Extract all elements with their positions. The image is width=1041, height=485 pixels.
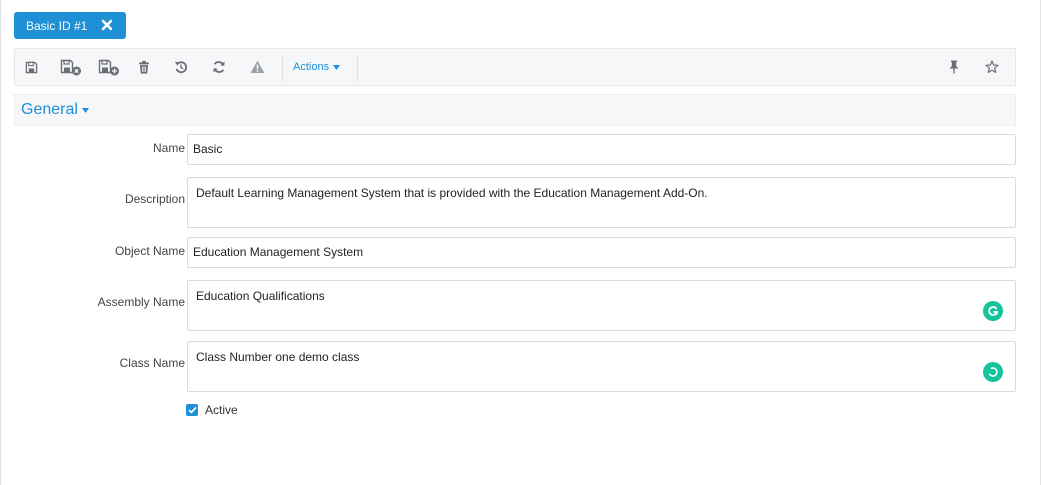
close-icon[interactable] <box>100 18 114 32</box>
caret-down-icon <box>333 61 341 73</box>
actions-label: Actions <box>293 61 330 73</box>
warning-button[interactable] <box>243 49 271 85</box>
object-name-label: Object Name <box>114 244 185 258</box>
frame-border-left <box>0 0 1 485</box>
assembly-name-value: Education Qualifications <box>196 289 325 303</box>
undo-button[interactable] <box>167 49 195 85</box>
pin-button[interactable] <box>940 49 968 85</box>
save-and-close-icon <box>60 59 82 76</box>
assembly-name-field[interactable]: Education Qualifications <box>187 280 1016 331</box>
warning-icon <box>250 60 265 74</box>
toolbar-separator <box>357 54 358 82</box>
assembly-name-label: Assembly Name <box>97 295 185 309</box>
star-icon <box>985 60 999 74</box>
active-checkbox-row[interactable]: Active <box>186 402 238 418</box>
description-field[interactable]: Default Learning Management System that … <box>187 177 1016 228</box>
tab-label: Basic ID #1 <box>26 18 88 33</box>
grammarly-loading-icon[interactable] <box>983 362 1003 382</box>
grammarly-icon[interactable] <box>983 301 1003 321</box>
toolbar-separator <box>282 54 283 82</box>
description-label: Description <box>124 192 185 206</box>
actions-dropdown[interactable]: Actions <box>293 49 341 85</box>
description-value: Default Learning Management System that … <box>196 186 708 200</box>
active-checkbox[interactable] <box>186 404 198 416</box>
class-name-label: Class Name <box>119 356 185 370</box>
active-label: Active <box>205 403 238 417</box>
name-value: Basic <box>193 142 223 156</box>
class-name-value: Class Number one demo class <box>196 350 360 364</box>
favorite-button[interactable] <box>978 49 1006 85</box>
class-name-field[interactable]: Class Number one demo class <box>187 341 1016 392</box>
delete-icon <box>138 60 150 74</box>
section-general-header[interactable]: General <box>14 94 1016 126</box>
refresh-icon <box>212 60 226 74</box>
save-and-new-icon <box>98 59 120 76</box>
refresh-button[interactable] <box>205 49 233 85</box>
save-icon <box>25 61 38 74</box>
object-name-value: Education Management System <box>193 245 364 259</box>
caret-down-icon <box>81 107 89 113</box>
delete-button[interactable] <box>130 49 158 85</box>
save-and-close-button[interactable] <box>57 49 85 85</box>
pin-icon <box>948 60 960 74</box>
undo-icon <box>174 60 188 74</box>
name-label: Name <box>152 141 185 155</box>
name-field[interactable]: Basic <box>187 134 1016 165</box>
object-name-field[interactable]: Education Management System <box>187 237 1016 268</box>
section-title: General <box>21 101 78 118</box>
toolbar: Actions <box>14 48 1016 86</box>
save-button[interactable] <box>17 49 45 85</box>
record-tab[interactable]: Basic ID #1 <box>14 12 126 39</box>
save-and-new-button[interactable] <box>95 49 123 85</box>
